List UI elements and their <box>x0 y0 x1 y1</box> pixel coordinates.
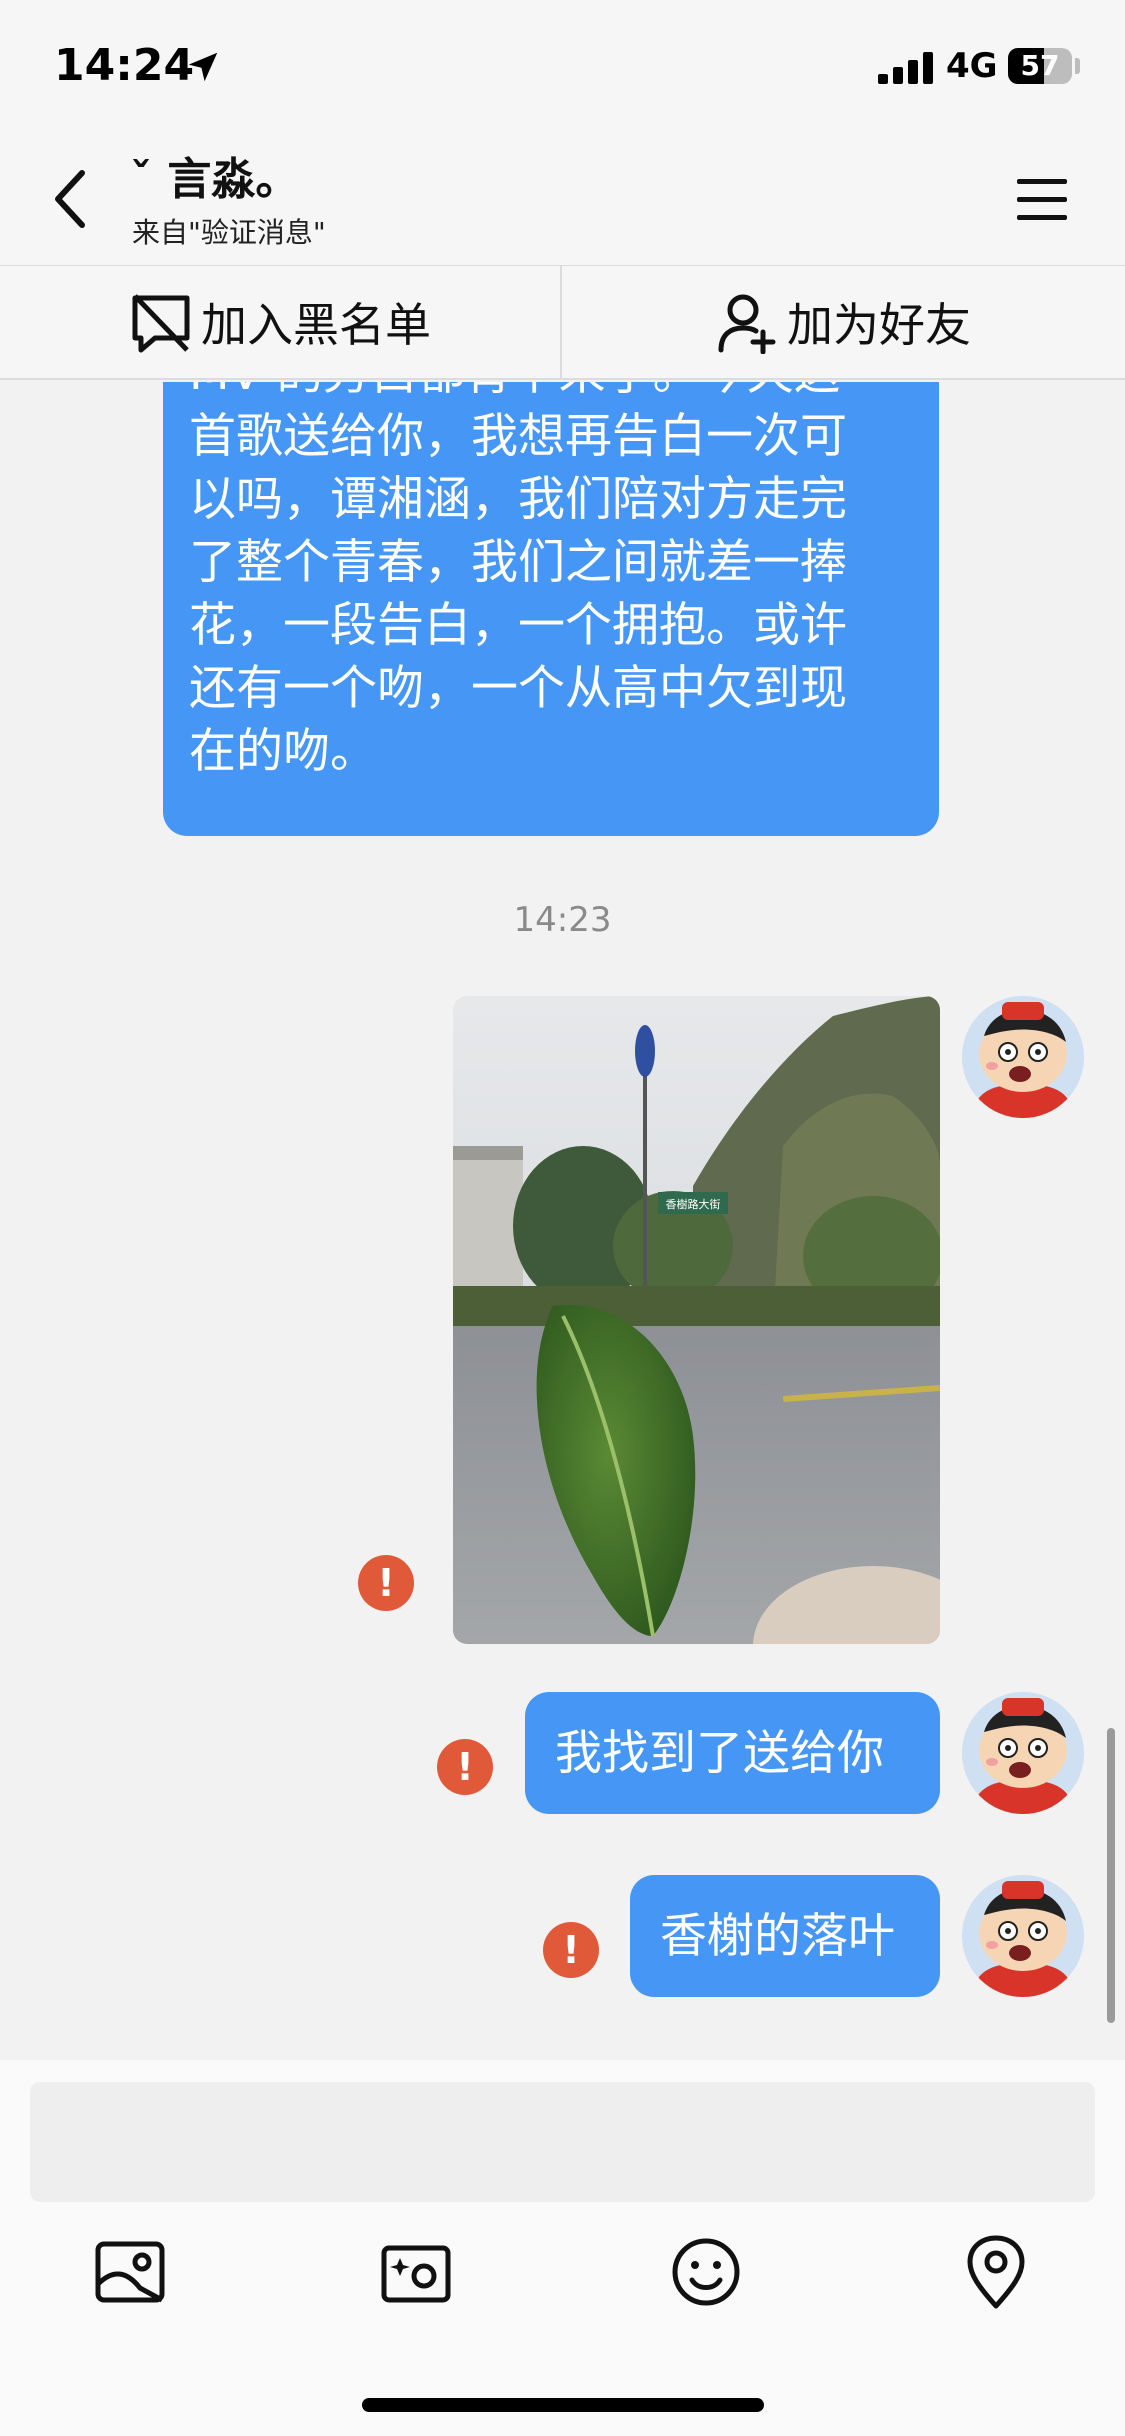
message-line: 以吗，谭湘涵，我们陪对方走完 <box>189 472 847 527</box>
add-to-blacklist-label: 加入黑名单 <box>201 298 431 352</box>
message-input[interactable] <box>30 2082 1095 2202</box>
status-time: 14:24 <box>54 40 195 91</box>
battery-tip <box>1075 58 1080 74</box>
message-bubble[interactable]: 香榭的落叶 <box>630 1875 940 1997</box>
message-text: 香榭的落叶 <box>660 1908 895 1964</box>
battery-icon: 57 <box>1008 48 1072 84</box>
photo-album-icon <box>95 2241 165 2303</box>
location-pin-icon <box>967 2235 1025 2309</box>
emoji-icon <box>672 2238 740 2306</box>
chevron-left-icon[interactable] <box>50 167 90 231</box>
emoji-button[interactable] <box>664 2230 748 2314</box>
message-bubble[interactable]: 我找到了送给你 <box>525 1692 940 1814</box>
message-line: MV 的旁白都背下来了。今天这 <box>189 382 913 405</box>
send-failed-icon[interactable]: ! <box>437 1739 493 1795</box>
photo-message[interactable]: 香樹路大街 <box>453 996 940 1644</box>
message-list[interactable]: MV 的旁白都背下来了。今天这 首歌送给你，我想再告白一次可 以吗，谭湘涵，我们… <box>0 382 1125 2060</box>
message-bubble-long[interactable]: MV 的旁白都背下来了。今天这 首歌送给你，我想再告白一次可 以吗，谭湘涵，我们… <box>163 382 939 836</box>
avatar[interactable] <box>962 996 1084 1118</box>
home-indicator[interactable] <box>362 2398 764 2412</box>
signal-icon <box>878 52 933 84</box>
message-text: 我找到了送给你 <box>555 1725 884 1781</box>
cartoon-avatar-icon <box>962 1692 1084 1814</box>
composer <box>0 2060 1125 2436</box>
message-timestamp: 14:23 <box>513 900 612 940</box>
contact-name: ˇ 言淼。 <box>130 154 300 205</box>
avatar[interactable] <box>962 1875 1084 1997</box>
battery-level: 57 <box>1020 49 1060 82</box>
album-button[interactable] <box>88 2230 172 2314</box>
status-bar: 14:24 4G 57 <box>0 0 1125 135</box>
contact-source: 来自"验证消息" <box>132 216 326 249</box>
message-line: 首歌送给你，我想再告白一次可 <box>189 409 847 464</box>
send-failed-icon[interactable]: ! <box>358 1555 414 1611</box>
add-friend-button[interactable]: 加为好友 <box>562 266 1124 378</box>
location-arrow-icon <box>188 52 218 82</box>
cartoon-avatar-icon <box>962 996 1084 1118</box>
scrollbar[interactable] <box>1107 1728 1115 2023</box>
message-line: 花，一段告白，一个拥抱。或许 <box>189 598 847 653</box>
message-line: 还有一个吻，一个从高中欠到现 <box>189 661 847 716</box>
add-friend-label: 加为好友 <box>787 298 971 352</box>
hamburger-menu-icon[interactable] <box>1015 175 1069 225</box>
camera-button[interactable] <box>374 2230 458 2314</box>
message-line: 在的吻。 <box>189 724 377 779</box>
add-user-icon <box>718 294 776 354</box>
chat-header: ˇ 言淼。 来自"验证消息" <box>0 135 1125 265</box>
network-type: 4G <box>946 46 998 86</box>
cartoon-avatar-icon <box>962 1875 1084 1997</box>
send-failed-icon[interactable]: ! <box>543 1922 599 1978</box>
avatar[interactable] <box>962 1692 1084 1814</box>
action-bar: 加入黑名单 加为好友 <box>0 265 1125 380</box>
camera-icon <box>381 2245 451 2303</box>
message-line: 了整个青春，我们之间就差一捧 <box>189 535 847 590</box>
location-button[interactable] <box>954 2230 1038 2314</box>
street-sign-text: 香樹路大街 <box>666 1197 721 1211</box>
add-to-blacklist-button[interactable]: 加入黑名单 <box>0 266 562 378</box>
leaf-street-photo: 香樹路大街 <box>453 996 940 1644</box>
block-chat-icon <box>132 294 190 353</box>
